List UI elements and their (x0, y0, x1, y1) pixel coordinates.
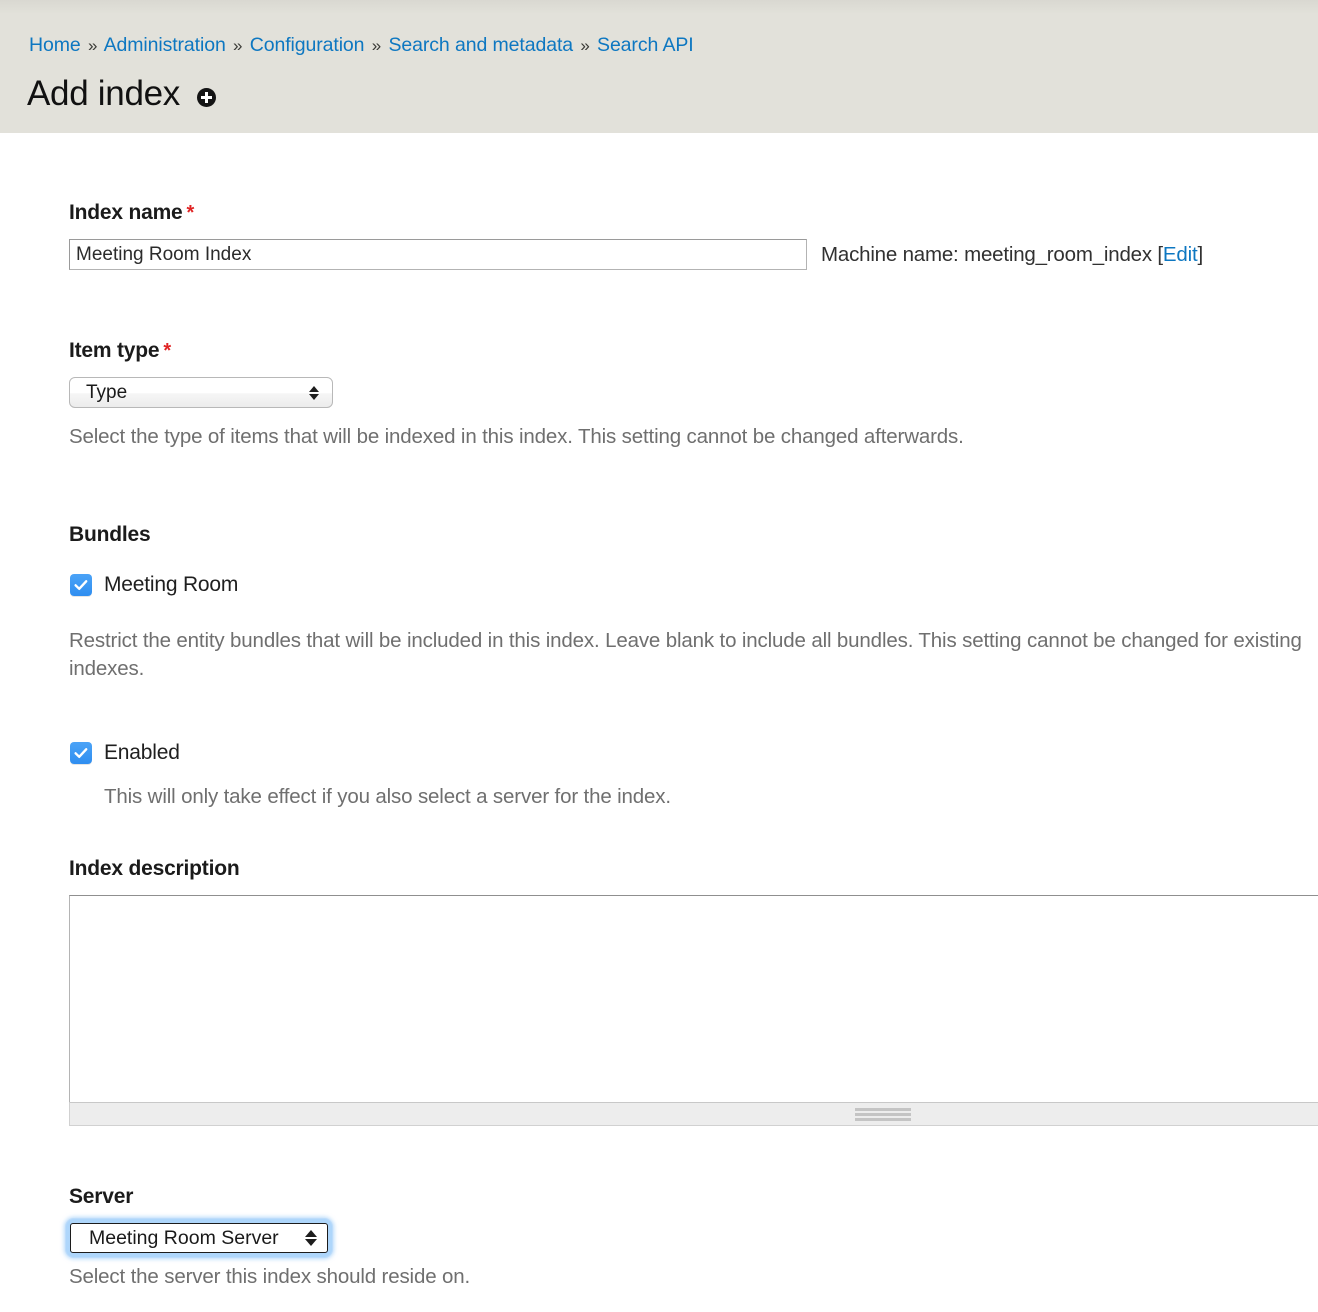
required-marker: * (186, 202, 195, 224)
chevron-updown-icon (309, 385, 319, 400)
machine-name-bracket-open: [ (1151, 243, 1163, 266)
item-type-description: Select the type of items that will be in… (69, 425, 964, 448)
machine-name-prefix: Machine name: (821, 243, 965, 266)
item-type-select[interactable]: Type (69, 377, 333, 408)
textarea-resize-grippie[interactable] (69, 1102, 1318, 1126)
page-title: Add index (27, 74, 180, 113)
server-selected-value: Meeting Room Server (89, 1226, 279, 1249)
index-name-label-text: Index name (69, 201, 183, 224)
server-description: Select the server this index should resi… (69, 1265, 471, 1288)
bundles-description: Restrict the entity bundles that will be… (69, 629, 1302, 680)
bundle-meeting-room-checkbox[interactable] (70, 574, 92, 596)
enabled-checkbox-row[interactable]: Enabled (70, 741, 180, 765)
item-type-selected-value: Type (86, 381, 128, 403)
machine-name-value: meeting_room_index (964, 243, 1152, 266)
bundles-heading: Bundles (69, 523, 151, 546)
breadcrumb-item-configuration[interactable]: Configuration (250, 34, 365, 56)
machine-name-display: Machine name: meeting_room_index [Edit] (821, 243, 1203, 267)
item-type-label: Item type * (69, 339, 171, 363)
item-type-label-text: Item type (69, 339, 160, 362)
index-description-label: Index description (69, 857, 240, 880)
index-description-textarea[interactable] (69, 895, 1318, 1103)
breadcrumb-separator: » (371, 36, 382, 55)
machine-name-edit-link[interactable]: Edit (1163, 243, 1198, 266)
add-circle-icon[interactable] (196, 87, 216, 107)
index-name-input[interactable] (69, 239, 807, 270)
breadcrumb-item-administration[interactable]: Administration (104, 34, 226, 56)
breadcrumb-item-search-api[interactable]: Search API (597, 34, 694, 56)
index-name-label: Index name * (69, 201, 194, 225)
page-header: Home » Administration » Configuration » … (0, 0, 1318, 133)
grip-lines-icon (855, 1108, 911, 1123)
enabled-description: This will only take effect if you also s… (104, 785, 671, 808)
required-marker: * (163, 340, 171, 362)
machine-name-bracket-close: ] (1197, 243, 1203, 266)
enabled-checkbox[interactable] (70, 742, 92, 764)
server-label: Server (69, 1185, 134, 1208)
breadcrumb-separator: » (233, 36, 243, 55)
breadcrumb: Home » Administration » Configuration » … (29, 32, 694, 59)
breadcrumb-item-home[interactable]: Home (29, 34, 81, 56)
breadcrumb-separator: » (580, 36, 590, 55)
enabled-label: Enabled (104, 741, 180, 764)
breadcrumb-item-search-and-metadata[interactable]: Search and metadata (388, 34, 573, 56)
server-select[interactable]: Meeting Room Server (70, 1223, 328, 1253)
breadcrumb-separator: » (87, 36, 98, 55)
server-select-focus-ring: Meeting Room Server (66, 1219, 332, 1257)
page-title-row: Add index (27, 72, 216, 116)
bundle-checkbox-row[interactable]: Meeting Room (70, 573, 238, 597)
chevron-updown-icon (305, 1230, 317, 1246)
bundle-meeting-room-label: Meeting Room (104, 573, 239, 596)
